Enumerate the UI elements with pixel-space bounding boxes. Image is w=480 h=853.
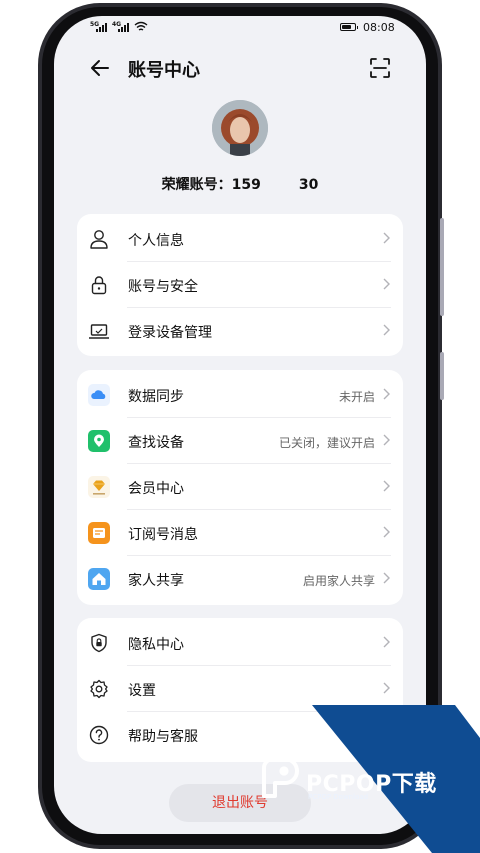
watermark-banner xyxy=(312,705,480,853)
watermark-subtitle: PCPOP Download xyxy=(308,793,369,801)
watermark-logo-icon xyxy=(262,757,299,798)
